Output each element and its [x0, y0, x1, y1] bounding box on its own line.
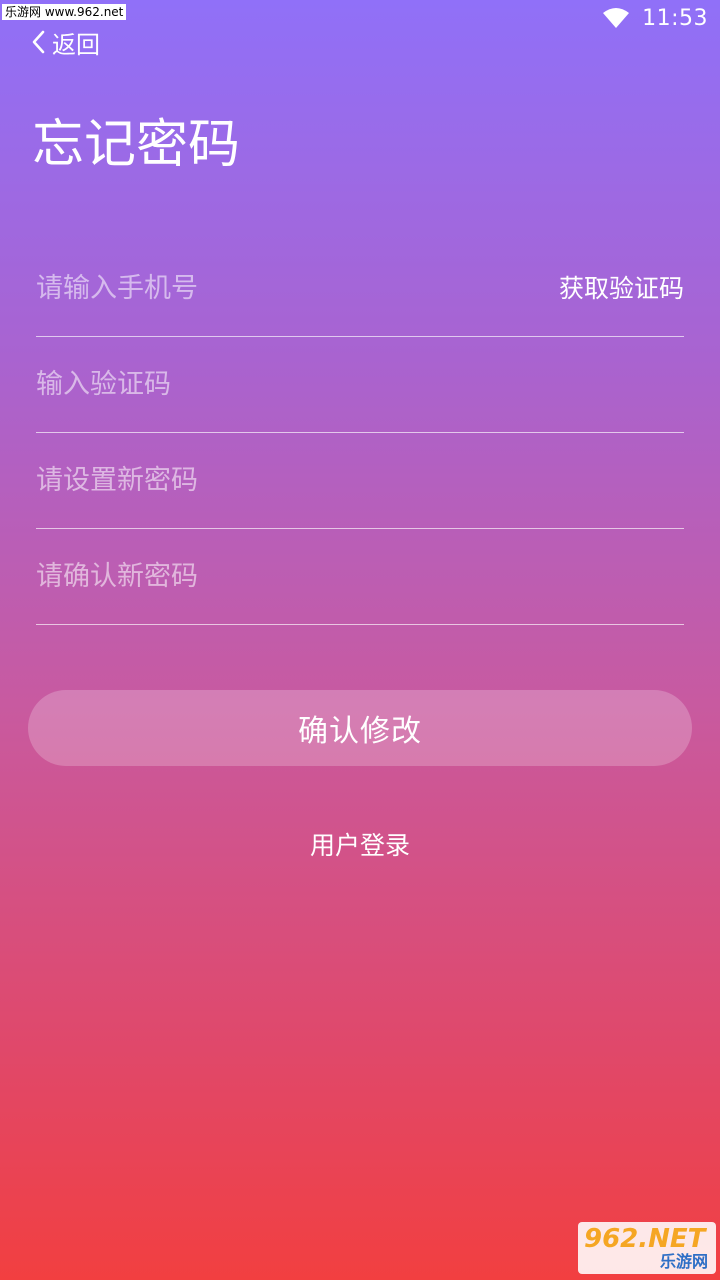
back-label: 返回: [52, 30, 100, 59]
confirm-change-button[interactable]: 确认修改: [28, 690, 692, 766]
get-code-button[interactable]: 获取验证码: [559, 241, 684, 337]
new-password-field: [36, 433, 684, 529]
chevron-left-icon: [32, 30, 45, 54]
confirm-password-field: [36, 529, 684, 625]
user-login-link[interactable]: 用户登录: [0, 826, 720, 866]
confirm-password-input[interactable]: [36, 529, 684, 624]
watermark-main: 962.NET: [584, 1224, 706, 1254]
new-password-input[interactable]: [36, 433, 684, 528]
page-title: 忘记密码: [32, 115, 241, 175]
wifi-icon: [603, 8, 630, 28]
status-bar: 乐游网 www.962.net 11:53: [0, 0, 720, 36]
watermark-logo: 962.NET 乐游网: [578, 1222, 716, 1274]
status-right: 11:53: [602, 4, 708, 32]
watermark-sub: 乐游网: [659, 1252, 708, 1271]
code-field: [36, 337, 684, 433]
code-input[interactable]: [36, 337, 684, 432]
watermark-top: 乐游网 www.962.net: [2, 4, 127, 20]
back-button[interactable]: 返回: [28, 26, 100, 59]
phone-field: 获取验证码: [36, 241, 684, 337]
status-time: 11:53: [642, 5, 708, 31]
